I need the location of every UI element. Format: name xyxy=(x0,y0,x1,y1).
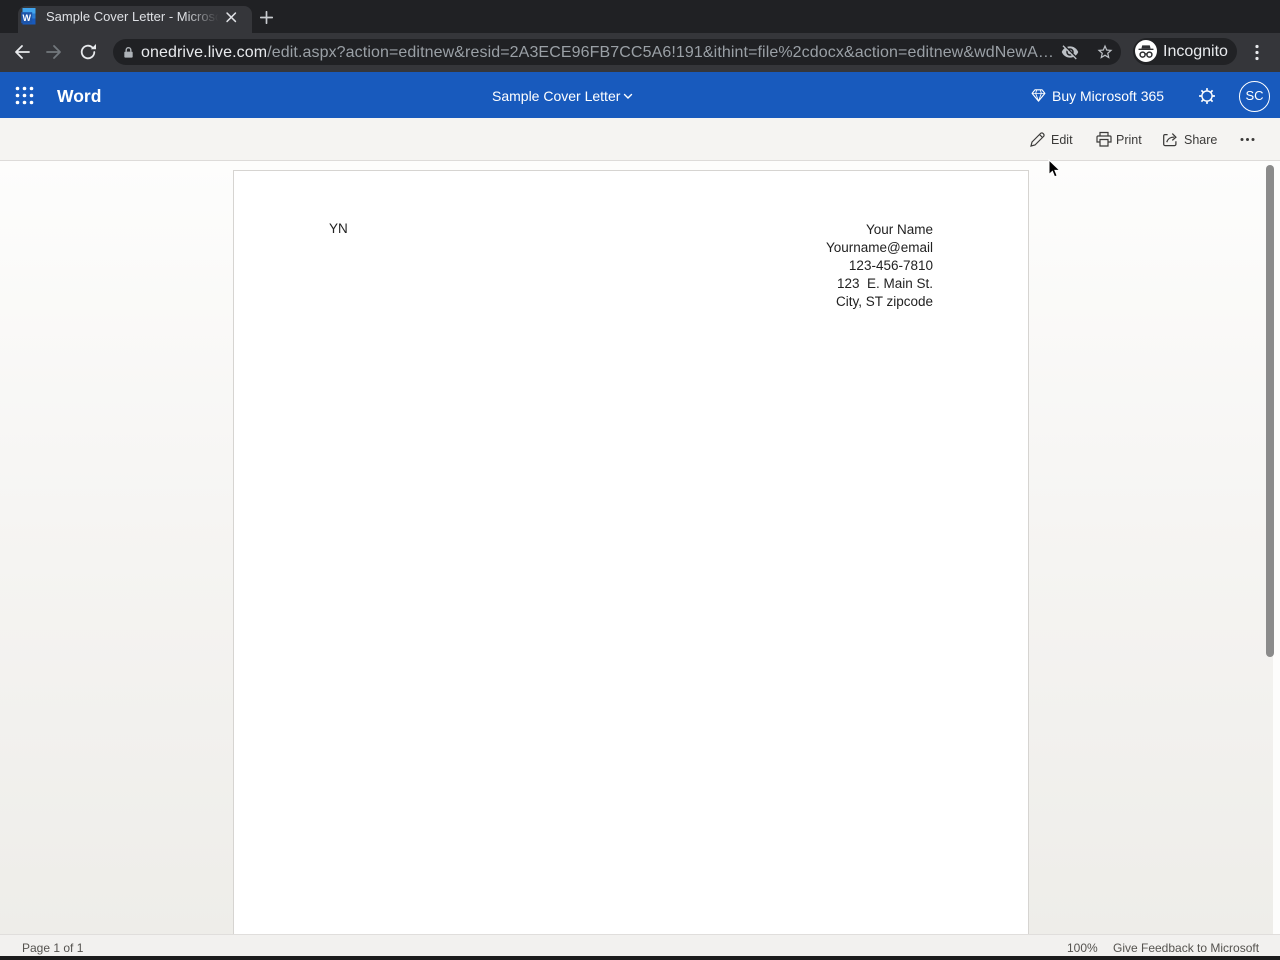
svg-text:W: W xyxy=(22,13,31,23)
